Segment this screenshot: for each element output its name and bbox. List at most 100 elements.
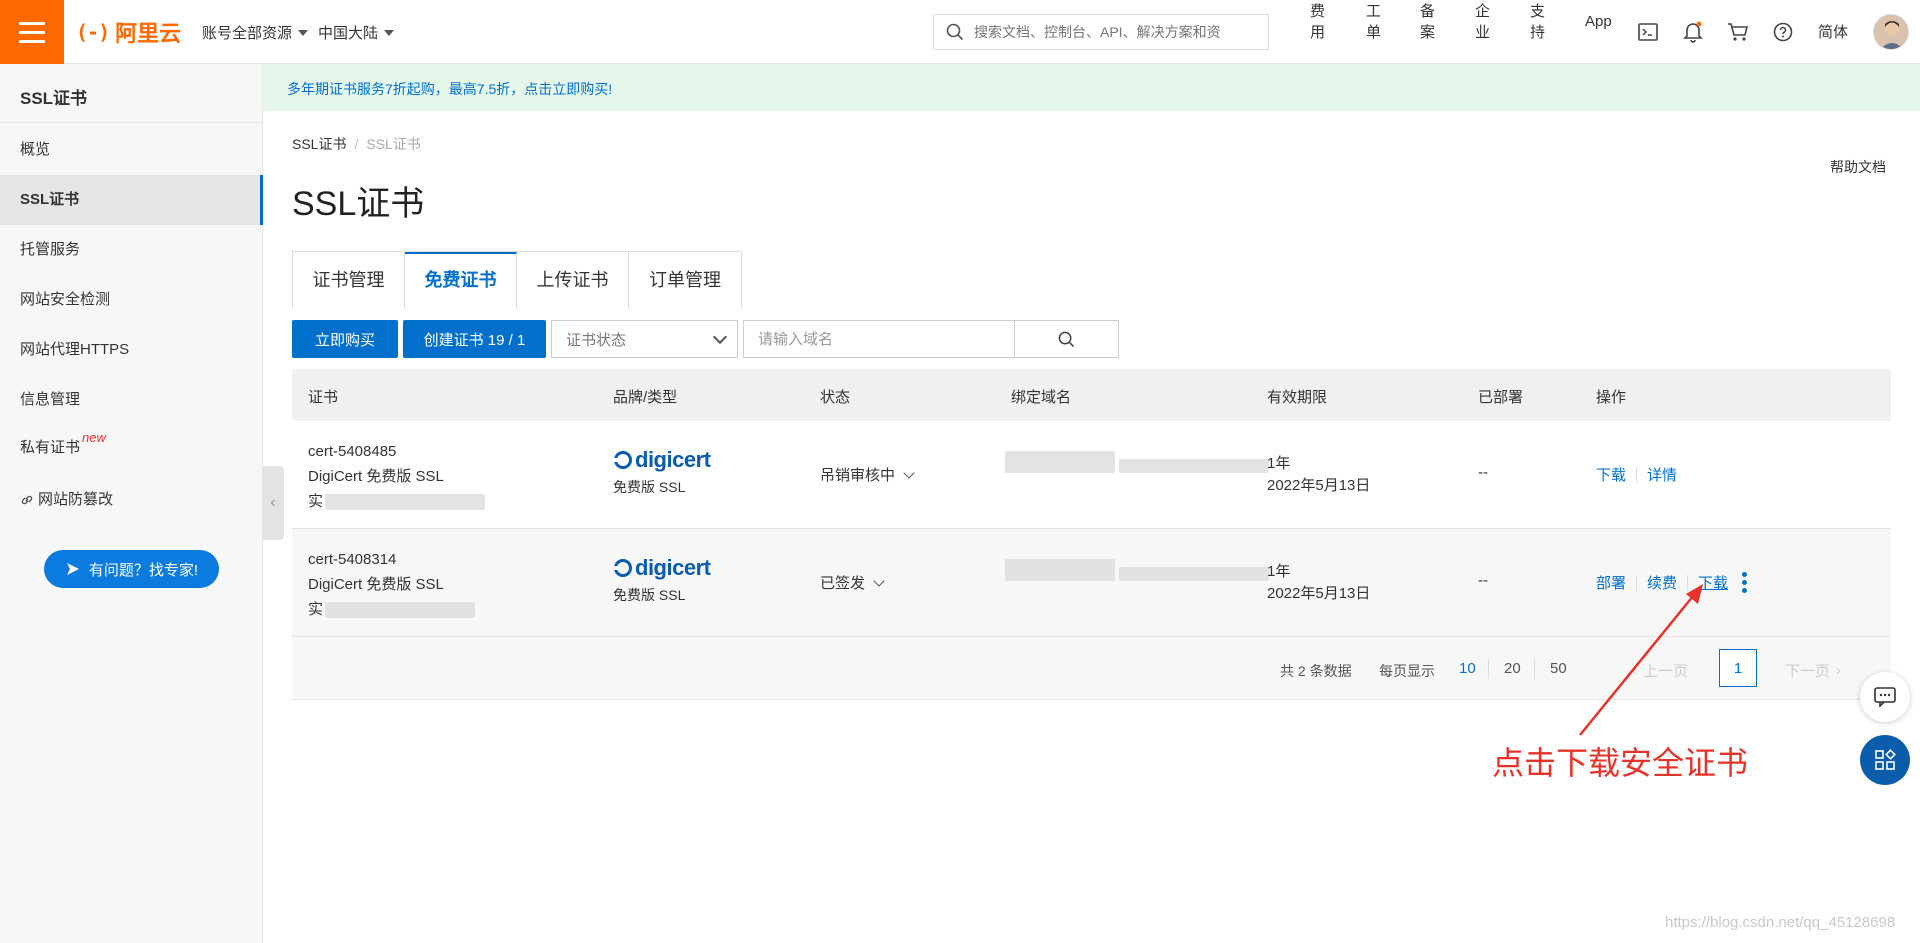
ask-expert-label: 有问题？找专家!: [88, 561, 199, 579]
top-link-fees[interactable]: 费用: [1310, 0, 1325, 42]
column-header-status: 状态: [820, 389, 851, 406]
brand-name: digicert: [635, 555, 711, 580]
page-size-divider: [1488, 659, 1489, 679]
cert-type: 免费版 SSL: [613, 587, 686, 603]
total-count: 共 2 条数据: [1280, 663, 1352, 679]
account-resource-dropdown[interactable]: 账号全部资源: [202, 22, 309, 43]
top-link-support[interactable]: 支持: [1530, 0, 1545, 42]
logo-mark: (-): [76, 20, 110, 44]
top-link-enterprise[interactable]: 企业: [1475, 0, 1490, 42]
sidebar-item-label: 信息管理: [20, 391, 81, 408]
watermark: https://blog.csdn.net/qq_45128698: [1665, 914, 1896, 931]
sidebar-item-info-management[interactable]: 信息管理: [0, 375, 263, 425]
bell-icon[interactable]: [1681, 20, 1705, 44]
region-dropdown[interactable]: 中国大陆: [318, 22, 395, 43]
cert-name: DigiCert 免费版 SSL: [308, 468, 444, 485]
apps-float-button[interactable]: [1860, 735, 1910, 785]
help-doc-link[interactable]: 帮助文档: [1830, 157, 1886, 177]
caret-down-icon: [298, 29, 309, 36]
bound-domain: [1005, 559, 1270, 585]
sidebar-item-managed-service[interactable]: 托管服务: [0, 225, 263, 275]
logo-text: 阿里云: [115, 21, 182, 46]
brand-cell: digicert 免费版 SSL: [613, 447, 711, 497]
language-switch[interactable]: 简体: [1818, 21, 1848, 42]
link-icon: [21, 495, 33, 505]
sidebar-item-label: 私有证书: [20, 439, 81, 456]
status-dropdown[interactable]: 吊销审核中: [820, 464, 915, 485]
redacted-block: [325, 493, 486, 510]
top-link-ticket[interactable]: 工单: [1366, 0, 1381, 42]
tab-bar: 证书管理 免费证书 上传证书 订单管理: [292, 251, 742, 309]
tab-upload-cert[interactable]: 上传证书: [517, 252, 629, 309]
expiry-date: 2022年5月13日: [1267, 585, 1371, 602]
cert-name: DigiCert 免费版 SSL: [308, 576, 444, 593]
tab-order-management[interactable]: 订单管理: [629, 252, 741, 309]
sidebar-item-label: 网站防篡改: [38, 491, 114, 508]
cert-type: 免费版 SSL: [613, 479, 686, 495]
status-label: 吊销审核中: [820, 467, 896, 484]
download-link[interactable]: 下载: [1596, 464, 1626, 485]
validity-cell: 1年 2022年5月13日: [1267, 453, 1370, 497]
hamburger-menu-button[interactable]: [0, 0, 64, 64]
page-size-divider: [1534, 659, 1535, 679]
chevron-left-icon: ‹: [270, 494, 276, 511]
cert-extra: 实: [308, 597, 476, 622]
ask-expert-button[interactable]: 有问题？找专家!: [44, 550, 219, 588]
status-dropdown[interactable]: 已签发: [820, 572, 885, 593]
digicert-logo: digicert: [613, 447, 711, 473]
chat-float-button[interactable]: [1860, 672, 1910, 722]
digicert-logo: digicert: [613, 555, 711, 581]
tab-free-cert[interactable]: 免费证书: [405, 252, 517, 309]
current-page[interactable]: 1: [1719, 649, 1757, 687]
account-resource-label: 账号全部资源: [202, 25, 293, 42]
sidebar-item-https-proxy[interactable]: 网站代理HTTPS: [0, 325, 263, 375]
validity-cell: 1年 2022年5月13日: [1267, 561, 1370, 605]
breadcrumb-separator: /: [354, 136, 359, 152]
sidebar-title: SSL证书: [20, 89, 88, 108]
sidebar-divider: [0, 122, 263, 123]
sidebar-item-ssl-cert[interactable]: SSL证书: [0, 175, 263, 225]
details-link[interactable]: 详情: [1647, 464, 1677, 485]
column-header-cert: 证书: [308, 389, 339, 406]
page-size-option[interactable]: 20: [1504, 660, 1521, 677]
validity-period: 1年: [1267, 563, 1291, 580]
more-actions-icon[interactable]: [1742, 572, 1748, 593]
top-link-app[interactable]: App: [1585, 13, 1612, 30]
page-title: SSL证书: [292, 185, 425, 223]
sidebar-item-private-cert[interactable]: 私有证书new: [0, 423, 263, 473]
row-actions: 下载 详情: [1596, 464, 1677, 485]
sidebar-item-label: SSL证书: [20, 191, 80, 208]
sidebar-item-site-security-check[interactable]: 网站安全检测: [0, 275, 263, 325]
column-header-validity: 有效期限: [1267, 389, 1328, 406]
breadcrumb-item[interactable]: SSL证书: [292, 136, 346, 152]
page-size-option[interactable]: 10: [1459, 660, 1476, 677]
promo-banner-text[interactable]: 多年期证书服务7折起购，最高7.5折，点击立即购买!: [287, 79, 612, 99]
sidebar-item-tamper-protection[interactable]: 网站防篡改: [0, 475, 263, 525]
aliyun-logo[interactable]: (-) 阿里云: [76, 16, 181, 48]
search-icon: [946, 23, 964, 41]
help-icon[interactable]: [1771, 20, 1795, 44]
domain-search-input[interactable]: [743, 320, 1015, 358]
tab-cert-management[interactable]: 证书管理: [293, 252, 405, 309]
cart-icon[interactable]: [1726, 20, 1750, 44]
top-link-filing[interactable]: 备案: [1420, 0, 1435, 42]
region-label: 中国大陆: [318, 25, 379, 42]
deployed-cell: --: [1478, 464, 1488, 481]
buy-now-button[interactable]: 立即购买: [292, 320, 398, 358]
global-search[interactable]: [933, 14, 1269, 50]
promo-banner[interactable]: 多年期证书服务7折起购，最高7.5折，点击立即购买!: [263, 64, 1920, 111]
brand-name: digicert: [635, 447, 711, 472]
sidebar-collapse-handle[interactable]: ‹: [262, 466, 284, 540]
global-search-input[interactable]: [974, 24, 1254, 40]
chevron-down-icon: [712, 329, 728, 344]
user-avatar[interactable]: [1873, 14, 1909, 50]
annotation-text: 点击下载安全证书: [1492, 745, 1749, 781]
next-page-button[interactable]: 下一页 ›: [1785, 660, 1841, 681]
cert-extra: 实: [308, 489, 486, 514]
sidebar-item-overview[interactable]: 概览: [0, 125, 263, 175]
cert-status-select[interactable]: 证书状态: [551, 320, 738, 358]
deployed-cell: --: [1478, 572, 1488, 589]
domain-search-button[interactable]: [1014, 320, 1119, 358]
create-cert-button[interactable]: 创建证书 19 / 1: [403, 320, 546, 358]
terminal-icon[interactable]: [1636, 20, 1660, 44]
